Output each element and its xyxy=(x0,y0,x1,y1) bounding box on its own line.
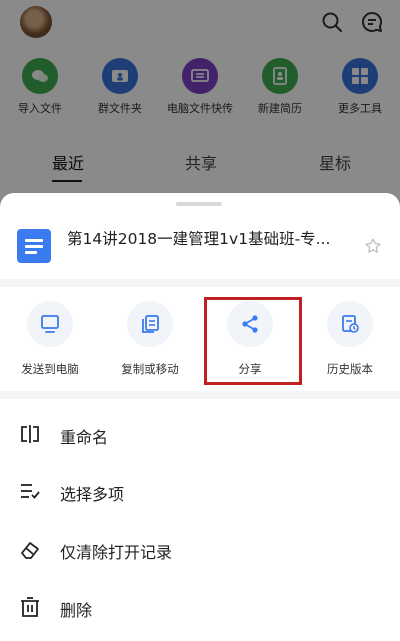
share-highlight-box xyxy=(204,297,302,385)
history-version-button[interactable]: 历史版本 xyxy=(300,301,400,377)
action-label: 发送到电脑 xyxy=(21,362,79,376)
copy-or-move-button[interactable]: 复制或移动 xyxy=(100,301,200,377)
rename-menu-item[interactable]: 重命名 xyxy=(0,414,400,454)
rename-icon xyxy=(21,425,39,443)
section-divider xyxy=(0,391,400,399)
menu-label: 仅清除打开记录 xyxy=(60,543,173,562)
action-row: 发送到电脑 复制或移动 分享 历史版本 xyxy=(0,301,400,381)
menu-label: 删除 xyxy=(60,601,93,620)
file-action-sheet: 第14讲2018一建管理1v1基础班-专... 发送到电脑 复制或移动 分享 历… xyxy=(0,193,400,641)
section-divider xyxy=(0,279,400,287)
delete-menu-item[interactable]: 删除 xyxy=(0,587,400,627)
multi-select-menu-item[interactable]: 选择多项 xyxy=(0,471,400,511)
menu-label: 选择多项 xyxy=(60,485,125,504)
clear-record-menu-item[interactable]: 仅清除打开记录 xyxy=(0,529,400,569)
star-icon[interactable] xyxy=(364,237,382,255)
computer-icon xyxy=(27,301,73,347)
eraser-icon xyxy=(21,542,39,559)
file-title: 第14讲2018一建管理1v1基础班-专... xyxy=(67,230,331,248)
action-label: 历史版本 xyxy=(327,362,373,376)
menu-label: 重命名 xyxy=(60,428,109,447)
history-icon xyxy=(327,301,373,347)
multi-select-icon xyxy=(21,484,40,499)
send-to-computer-button[interactable]: 发送到电脑 xyxy=(0,301,100,377)
drag-handle[interactable] xyxy=(176,202,222,206)
document-icon xyxy=(17,229,51,263)
copy-move-icon xyxy=(127,301,173,347)
trash-icon xyxy=(21,597,39,617)
action-label: 复制或移动 xyxy=(121,362,179,376)
